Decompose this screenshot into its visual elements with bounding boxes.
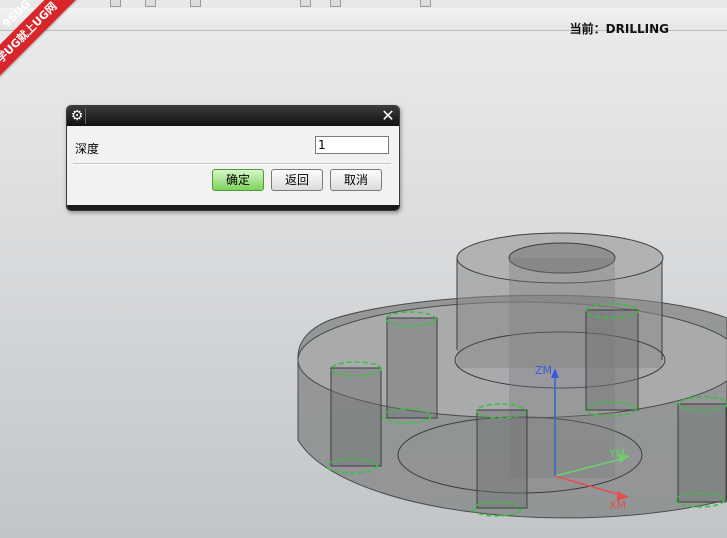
divider bbox=[73, 163, 391, 165]
part-model[interactable]: ZM YM XM bbox=[0, 0, 727, 538]
gear-icon[interactable]: ⚙ bbox=[69, 108, 86, 124]
cancel-button[interactable]: 取消 bbox=[330, 169, 382, 191]
close-icon[interactable]: ✕ bbox=[379, 107, 397, 125]
graphics-window[interactable]: ZM YM XM bbox=[0, 0, 727, 538]
current-operation-status: 当前：DRILLING bbox=[569, 22, 669, 36]
depth-input[interactable] bbox=[315, 136, 389, 154]
x-axis-label: XM bbox=[609, 499, 626, 512]
toolbar-icon[interactable] bbox=[420, 0, 431, 7]
status-bar: 当前：DRILLING bbox=[0, 8, 727, 36]
toolbar-icon[interactable] bbox=[300, 0, 311, 7]
dialog-title-bar[interactable]: ⚙ ✕ bbox=[67, 106, 399, 126]
dialog-footer-bar bbox=[67, 205, 399, 210]
depth-label: 深度 bbox=[75, 142, 100, 156]
ok-button[interactable]: 确定 bbox=[212, 169, 264, 191]
y-axis-label: YM bbox=[608, 447, 625, 460]
toolbar-icon[interactable] bbox=[330, 0, 341, 7]
toolbar-icon[interactable] bbox=[110, 0, 121, 7]
toolbar-icon[interactable] bbox=[145, 0, 156, 7]
depth-dialog: ⚙ ✕ 深度 确定 返回 取消 bbox=[66, 105, 400, 211]
toolbar-icon[interactable] bbox=[190, 0, 201, 7]
back-button[interactable]: 返回 bbox=[271, 169, 323, 191]
z-axis-label: ZM bbox=[535, 364, 552, 377]
